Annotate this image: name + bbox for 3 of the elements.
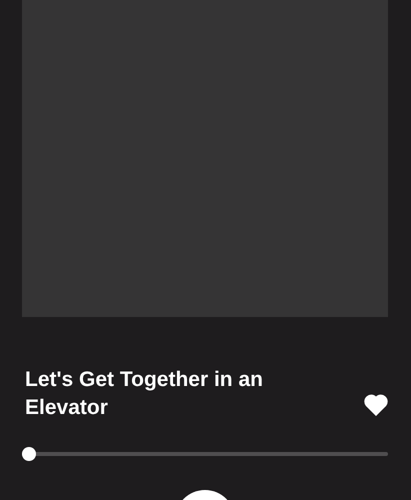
song-title: Let's Get Together in an Elevator bbox=[25, 367, 264, 421]
heart-icon[interactable] bbox=[364, 394, 388, 416]
progress-handle[interactable] bbox=[22, 447, 36, 461]
